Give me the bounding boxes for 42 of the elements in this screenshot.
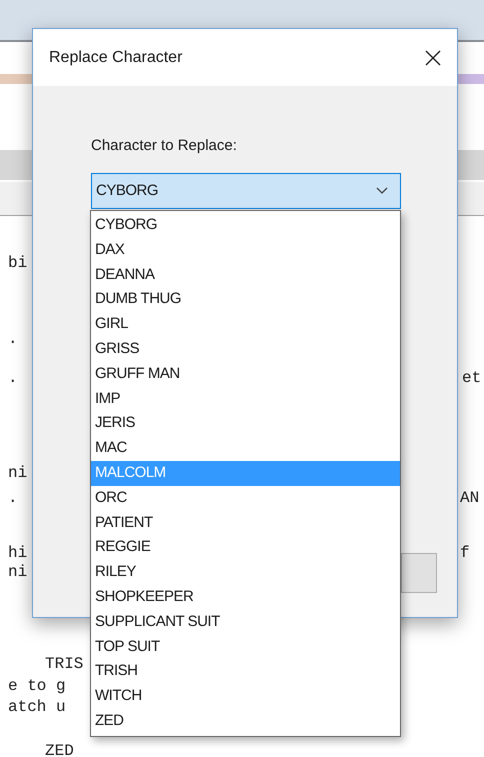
script-text: . — [8, 489, 18, 507]
script-text: ni — [8, 563, 28, 581]
dropdown-option[interactable]: MAC — [91, 436, 400, 461]
script-text: AN — [460, 489, 480, 507]
script-text: ni — [8, 464, 28, 482]
dropdown-option[interactable]: IMP — [91, 386, 400, 412]
script-text: atch u — [8, 698, 66, 716]
dropdown-option[interactable]: GRISS — [91, 336, 400, 362]
script-text: TRIS — [45, 655, 84, 673]
close-icon[interactable] — [425, 50, 441, 66]
dropdown-option[interactable]: DEANNA — [91, 262, 400, 288]
dropdown-option[interactable]: CYBORG — [91, 213, 400, 238]
script-text: . — [8, 330, 18, 348]
dropdown-option[interactable]: SUPPLICANT SUIT — [91, 610, 400, 635]
script-text: e to g — [8, 677, 66, 695]
dropdown-option[interactable]: GRUFF MAN — [91, 362, 400, 387]
dropdown-option[interactable]: ZED — [91, 708, 400, 734]
color-strip — [0, 74, 32, 84]
dropdown-option[interactable]: PATIENT — [91, 510, 400, 536]
dialog-button[interactable] — [401, 553, 437, 593]
script-text: . — [8, 369, 18, 387]
dropdown-option[interactable]: RILEY — [91, 560, 400, 585]
dropdown-option[interactable]: ORC — [91, 486, 400, 511]
dropdown-option[interactable]: TRISH — [91, 659, 400, 684]
field-label: Character to Replace: — [91, 136, 237, 156]
chevron-icon — [376, 187, 388, 195]
dropdown-option[interactable]: SHOPKEEPER — [91, 584, 400, 610]
dropdown-option[interactable]: JERIS — [91, 411, 400, 436]
character-dropdown[interactable]: CYBORG — [91, 173, 401, 209]
dropdown-option[interactable]: GIRL — [91, 312, 400, 337]
dropdown-option[interactable]: WITCH — [91, 684, 400, 709]
script-text: bi — [8, 254, 28, 272]
dropdown-option[interactable]: DUMB THUG — [91, 287, 400, 312]
color-strip — [458, 74, 484, 84]
script-text: ZED — [45, 742, 74, 757]
dropdown-option[interactable]: DAX — [91, 238, 400, 263]
window-title: Replace Character — [49, 48, 182, 68]
script-text: et — [462, 369, 482, 387]
dropdown-option[interactable]: REGGIE — [91, 535, 400, 560]
script-text: hi — [8, 544, 28, 562]
dropdown-option[interactable]: TOP SUIT — [91, 634, 400, 660]
script-text: f — [460, 544, 470, 562]
